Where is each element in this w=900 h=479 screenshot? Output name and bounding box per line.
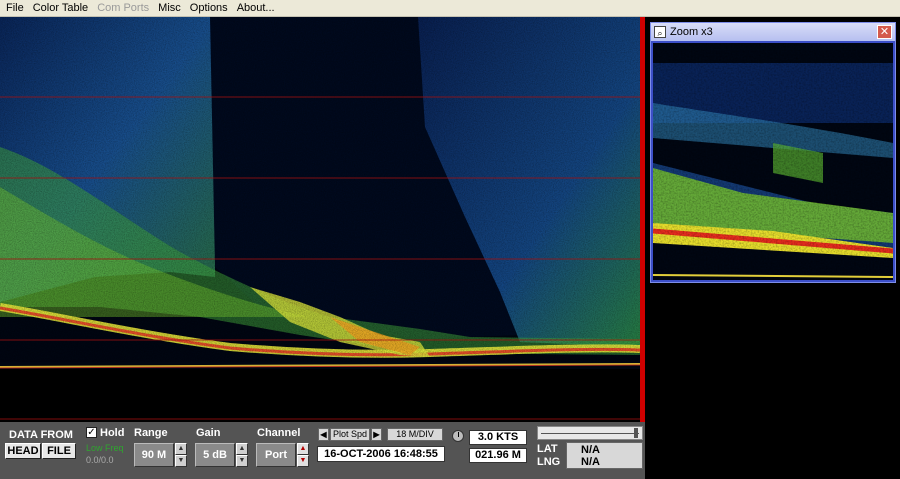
hold-checkbox[interactable]: ✓ — [86, 427, 97, 438]
range-value: 90 M — [134, 443, 174, 467]
range-down-button[interactable]: ▼ — [175, 455, 187, 467]
lng-value: N/A — [581, 456, 600, 468]
channel-down-button[interactable]: ▼ — [297, 455, 309, 467]
low-freq-label: Low Freq — [86, 443, 124, 453]
channel-value: Port — [256, 443, 296, 467]
menu-bar: File Color Table Com Ports Misc Options About… — [0, 0, 900, 17]
plot-speed-label: Plot Spd — [330, 428, 370, 441]
sonar-image — [0, 17, 640, 422]
range-label: Range — [134, 427, 168, 439]
sonar-waterfall-display[interactable] — [0, 17, 640, 422]
position-display: N/A N/A — [566, 442, 643, 469]
gain-down-button[interactable]: ▼ — [236, 455, 248, 467]
lng-label: LNG — [537, 456, 561, 468]
head-button[interactable]: HEAD — [5, 443, 41, 459]
gain-up-button[interactable]: ▲ — [236, 443, 248, 455]
scale-value: 18 M/DIV — [387, 428, 443, 441]
menu-misc[interactable]: Misc — [155, 0, 184, 16]
zoom-view[interactable] — [653, 43, 893, 280]
zoom-window-icon: ⌕ — [654, 26, 666, 38]
zoom-title: Zoom x3 — [670, 26, 713, 38]
zoom-image — [653, 43, 893, 280]
close-icon[interactable]: ✕ — [877, 25, 892, 39]
menu-options[interactable]: Options — [187, 0, 231, 16]
hold-label: Hold — [100, 427, 125, 439]
distance-display: 021.96 M — [469, 448, 527, 463]
gain-value: 5 dB — [195, 443, 235, 467]
datetime-display: 16-OCT-2006 16:48:55 — [317, 446, 445, 462]
plot-speed-right-button[interactable]: ▶ — [371, 428, 382, 441]
menu-color-table[interactable]: Color Table — [30, 0, 91, 16]
channel-label: Channel — [257, 427, 301, 439]
slider-track[interactable] — [537, 426, 643, 440]
range-up-button[interactable]: ▲ — [175, 443, 187, 455]
file-button[interactable]: FILE — [42, 443, 76, 459]
lat-value: N/A — [581, 444, 600, 456]
lat-label: LAT — [537, 443, 558, 455]
compass-icon — [452, 430, 464, 442]
zoom-title-bar[interactable]: ⌕ Zoom x3 ✕ — [651, 23, 895, 41]
data-from-label: DATA FROM — [9, 429, 73, 441]
speed-display: 3.0 KTS — [469, 430, 527, 445]
slider-thumb[interactable] — [634, 428, 638, 438]
zoom-window[interactable]: ⌕ Zoom x3 ✕ — [650, 22, 896, 283]
channel-up-button[interactable]: ▲ — [297, 443, 309, 455]
menu-com-ports: Com Ports — [97, 2, 150, 14]
gain-label: Gain — [196, 427, 221, 439]
plot-speed-left-button[interactable]: ◀ — [318, 428, 329, 441]
menu-file[interactable]: File — [3, 0, 27, 16]
control-panel: DATA FROM HEAD FILE ✓ Hold Low Freq 0.0/… — [0, 422, 645, 479]
menu-about[interactable]: About... — [234, 0, 278, 16]
low-freq-value: 0.0/0.0 — [86, 455, 114, 465]
